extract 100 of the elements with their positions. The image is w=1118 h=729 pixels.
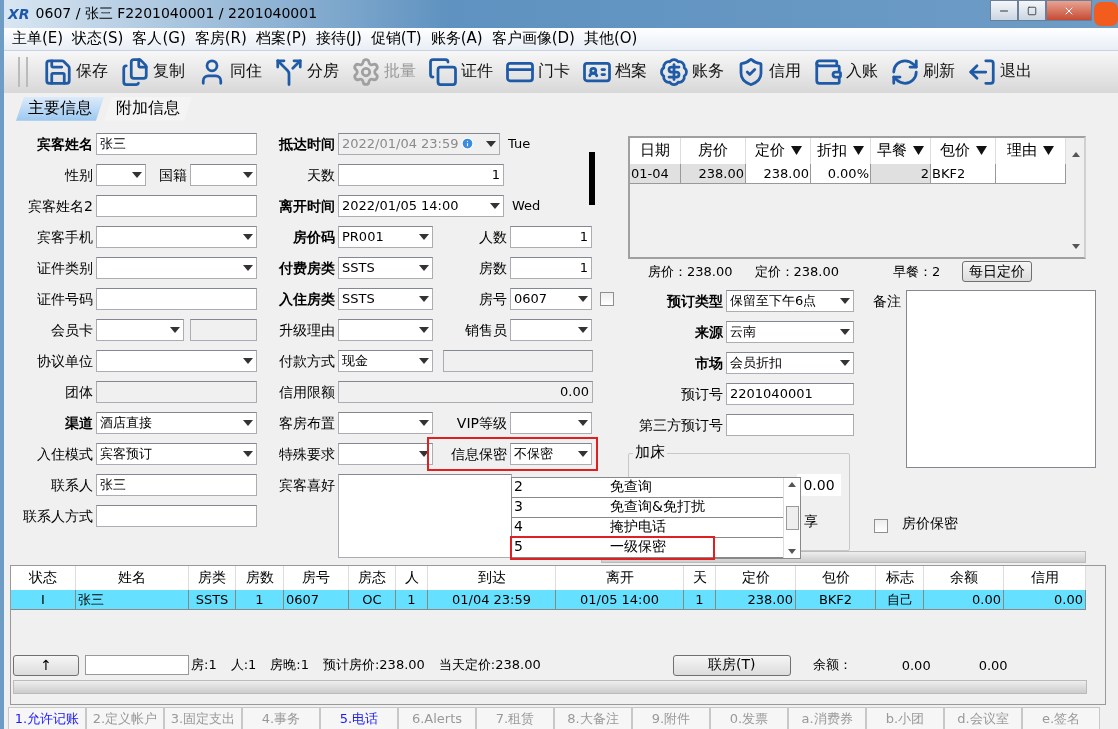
dropdown-field[interactable] (96, 256, 257, 279)
dropdown-field[interactable]: SSTS (338, 287, 433, 310)
dropdown-arrow-icon[interactable] (243, 357, 253, 364)
toolbar-button[interactable]: 账务 (654, 56, 729, 87)
number-field[interactable]: 1 (338, 163, 504, 186)
menu-item[interactable]: 客房(R) (190, 29, 252, 49)
dropdown-arrow-icon[interactable] (578, 326, 588, 333)
dropdown-field[interactable]: 宾客预订 (96, 442, 257, 465)
column-header[interactable]: 房数 (236, 566, 284, 591)
column-header[interactable]: 到达 (428, 566, 556, 591)
dropdown-field[interactable] (338, 442, 433, 465)
text-field[interactable]: 张三 (96, 473, 257, 496)
column-header[interactable]: 折扣 (811, 137, 871, 164)
dropdown-arrow-icon[interactable] (419, 264, 429, 271)
tab[interactable]: 主要信息 (16, 96, 104, 121)
dropdown-field[interactable]: 0607 (510, 287, 592, 310)
toolbar-button[interactable]: 分房 (269, 56, 344, 87)
maximize-button[interactable] (1018, 0, 1046, 21)
list-option[interactable]: 5 一级保密 (512, 537, 783, 558)
column-header[interactable]: 房价 (681, 137, 746, 164)
minimize-button[interactable] (990, 0, 1018, 21)
menu-item[interactable]: 状态(S) (68, 29, 129, 49)
list-option[interactable]: 4 掩护电话 (512, 517, 783, 538)
text-field[interactable] (96, 287, 257, 310)
number-field[interactable]: 1 (510, 256, 592, 279)
menu-item[interactable]: 档案(P) (251, 29, 312, 49)
dropdown-arrow-icon[interactable] (170, 326, 180, 333)
dropdown-arrow-icon[interactable] (419, 419, 429, 426)
column-header[interactable]: 房类 (189, 566, 236, 591)
input-field[interactable] (85, 655, 189, 676)
scroll-up-icon[interactable] (788, 481, 796, 487)
dropdown-field[interactable] (510, 411, 592, 434)
column-header[interactable]: 早餐 (871, 137, 931, 164)
dropdown-arrow-icon[interactable] (490, 202, 500, 209)
dropdown-arrow-icon[interactable] (419, 295, 429, 302)
column-header[interactable]: 余额 (924, 566, 1004, 591)
column-menu-icon[interactable] (1043, 146, 1054, 156)
dropdown-arrow-icon[interactable] (243, 171, 253, 178)
menu-item[interactable]: 客户画像(D) (487, 29, 580, 49)
column-header[interactable]: 天 (684, 566, 716, 591)
dropdown-field[interactable] (510, 318, 592, 341)
dropdown-field[interactable] (96, 318, 184, 341)
dropdown-arrow-icon[interactable] (243, 233, 253, 240)
column-header[interactable]: 房态 (349, 566, 396, 591)
menu-item[interactable]: 账务(A) (426, 29, 488, 49)
number-field[interactable]: 1 (510, 225, 592, 248)
list-option[interactable]: 3 免查询&免打扰 (512, 497, 783, 518)
dropdown-arrow-icon[interactable] (578, 450, 588, 457)
dropdown-field[interactable] (96, 163, 146, 186)
dropdown-field[interactable]: PR001 (338, 225, 433, 248)
toolbar-button[interactable]: 证件 (423, 56, 498, 87)
column-header[interactable]: 标志 (876, 566, 924, 591)
horizontal-scrollbar[interactable] (13, 680, 1087, 695)
dropdown-field[interactable]: 会员折扣 (726, 351, 854, 374)
column-header[interactable]: 日期 (630, 137, 681, 164)
dropdown-arrow-icon[interactable] (578, 419, 588, 426)
up-button[interactable]: ↑ (13, 654, 79, 676)
dropdown-arrow-icon[interactable] (419, 357, 429, 364)
scroll-down-icon[interactable] (1072, 243, 1080, 249)
toolbar-button[interactable]: 退出 (962, 56, 1037, 87)
text-field[interactable] (726, 413, 854, 436)
dropdown-arrow-icon[interactable] (132, 171, 142, 178)
link-rooms-button[interactable]: 联房(T) (672, 654, 791, 676)
dropdown-field[interactable] (96, 349, 257, 372)
toolbar-button[interactable]: 刷新 (885, 56, 960, 87)
daily-rate-button[interactable]: 每日定价 (962, 261, 1033, 283)
text-field[interactable]: 张三 (96, 132, 257, 155)
scroll-thumb[interactable] (785, 505, 799, 530)
dropdown-arrow-icon[interactable] (243, 450, 253, 457)
tab[interactable]: 附加信息 (104, 96, 192, 121)
toolbar-button[interactable]: 门卡 (500, 56, 575, 87)
column-header[interactable]: 包价 (931, 137, 996, 164)
dropdown-arrow-icon[interactable] (840, 359, 850, 366)
dropdown-arrow-icon[interactable] (243, 419, 253, 426)
dropdown-field[interactable] (190, 163, 257, 186)
checkbox[interactable] (600, 291, 614, 306)
column-header[interactable]: 理由 (996, 137, 1066, 164)
number-field[interactable]: 0.00 (797, 473, 841, 496)
dropdown-field[interactable]: 不保密 (510, 442, 592, 465)
dropdown-field[interactable] (96, 225, 257, 248)
column-header[interactable]: 信用 (1004, 566, 1086, 591)
dropdown-arrow-icon[interactable] (243, 264, 253, 271)
toolbar-button[interactable]: 同住 (192, 56, 267, 87)
dropdown-arrow-icon[interactable] (419, 450, 429, 457)
toolbar-button[interactable]: 档案 (577, 56, 652, 87)
column-header[interactable]: 状态 (11, 566, 76, 591)
toolbar-button[interactable]: 信用 (731, 56, 806, 87)
column-header[interactable]: 定价 (716, 566, 796, 591)
datetime-field[interactable]: 2022/01/05 14:00 (338, 194, 504, 217)
dropdown-field[interactable]: 酒店直接 (96, 411, 257, 434)
menu-item[interactable]: 其他(O) (579, 29, 643, 49)
scroll-up-icon[interactable] (1072, 151, 1080, 157)
column-header[interactable]: 定价 (746, 137, 811, 164)
column-header[interactable]: 人 (396, 566, 428, 591)
dropdown-field[interactable]: 云南 (726, 320, 854, 343)
menu-item[interactable]: 促销(T) (366, 29, 427, 49)
menu-item[interactable]: 客人(G) (128, 29, 191, 49)
toolbar-button[interactable]: 保存 (38, 56, 113, 87)
dropdown-arrow-icon[interactable] (419, 233, 429, 240)
column-menu-icon[interactable] (913, 146, 924, 156)
